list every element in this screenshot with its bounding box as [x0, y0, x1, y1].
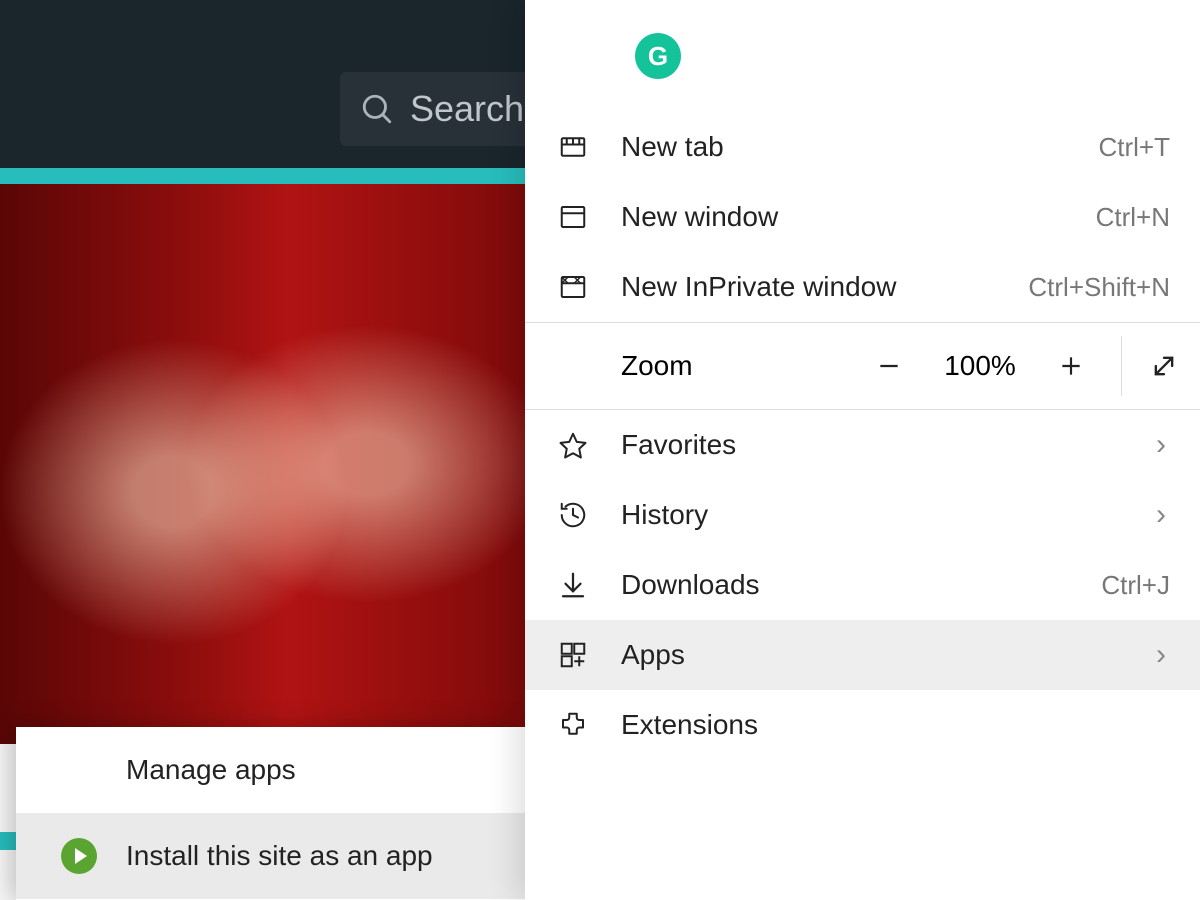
menu-item-label: Install this site as an app [126, 840, 433, 872]
extensions-icon [547, 710, 599, 740]
menu-item-label: Downloads [599, 569, 1101, 601]
menu-header: G [525, 0, 1200, 112]
menu-item-label: New tab [599, 131, 1099, 163]
star-icon [547, 430, 599, 460]
grammarly-extension-icon[interactable]: G [635, 33, 681, 79]
apps-icon [547, 640, 599, 670]
menu-item-label: Manage apps [126, 754, 296, 786]
zoom-row: Zoom 100% [525, 322, 1200, 410]
apps-submenu: Manage apps Install this site as an app [16, 727, 525, 900]
search-placeholder: Search [410, 88, 524, 130]
download-icon [547, 570, 599, 600]
new-window-item[interactable]: New window Ctrl+N [525, 182, 1200, 252]
install-site-as-app-item[interactable]: Install this site as an app [16, 813, 525, 899]
apps-item[interactable]: Apps › [525, 620, 1200, 690]
badge-letter: G [648, 41, 668, 72]
favorites-item[interactable]: Favorites › [525, 410, 1200, 480]
zoom-label: Zoom [525, 350, 853, 382]
zoom-out-button[interactable] [853, 353, 925, 379]
new-tab-item[interactable]: New tab Ctrl+T [525, 112, 1200, 182]
zoom-value: 100% [925, 350, 1035, 382]
menu-item-label: New InPrivate window [599, 271, 1028, 303]
chevron-right-icon: › [1156, 428, 1170, 462]
menu-item-shortcut: Ctrl+N [1096, 202, 1170, 233]
accent-strip [0, 168, 525, 184]
zoom-in-button[interactable] [1035, 353, 1107, 379]
chevron-right-icon: › [1156, 638, 1170, 672]
fullscreen-button[interactable] [1128, 352, 1200, 380]
menu-item-label: Apps [599, 639, 1156, 671]
menu-item-shortcut: Ctrl+Shift+N [1028, 272, 1170, 303]
menu-item-label: New window [599, 201, 1096, 233]
divider [1121, 336, 1122, 396]
manage-apps-item[interactable]: Manage apps [16, 727, 525, 813]
menu-item-label: Extensions [599, 709, 1170, 741]
hero-image[interactable] [0, 184, 525, 744]
history-icon [547, 500, 599, 530]
menu-item-shortcut: Ctrl+J [1101, 570, 1170, 601]
install-app-icon [60, 837, 98, 875]
new-inprivate-window-item[interactable]: New InPrivate window Ctrl+Shift+N [525, 252, 1200, 322]
menu-item-shortcut: Ctrl+T [1099, 132, 1171, 163]
history-item[interactable]: History › [525, 480, 1200, 550]
menu-item-label: Favorites [599, 429, 1156, 461]
chevron-right-icon: › [1156, 498, 1170, 532]
inprivate-icon [547, 272, 599, 302]
menu-item-label: History [599, 499, 1156, 531]
extensions-item[interactable]: Extensions [525, 690, 1200, 760]
new-window-icon [547, 202, 599, 232]
browser-menu: G New tab Ctrl+T New window Ctrl+N New I… [525, 0, 1200, 900]
downloads-item[interactable]: Downloads Ctrl+J [525, 550, 1200, 620]
new-tab-icon [547, 132, 599, 162]
search-icon [360, 92, 394, 126]
